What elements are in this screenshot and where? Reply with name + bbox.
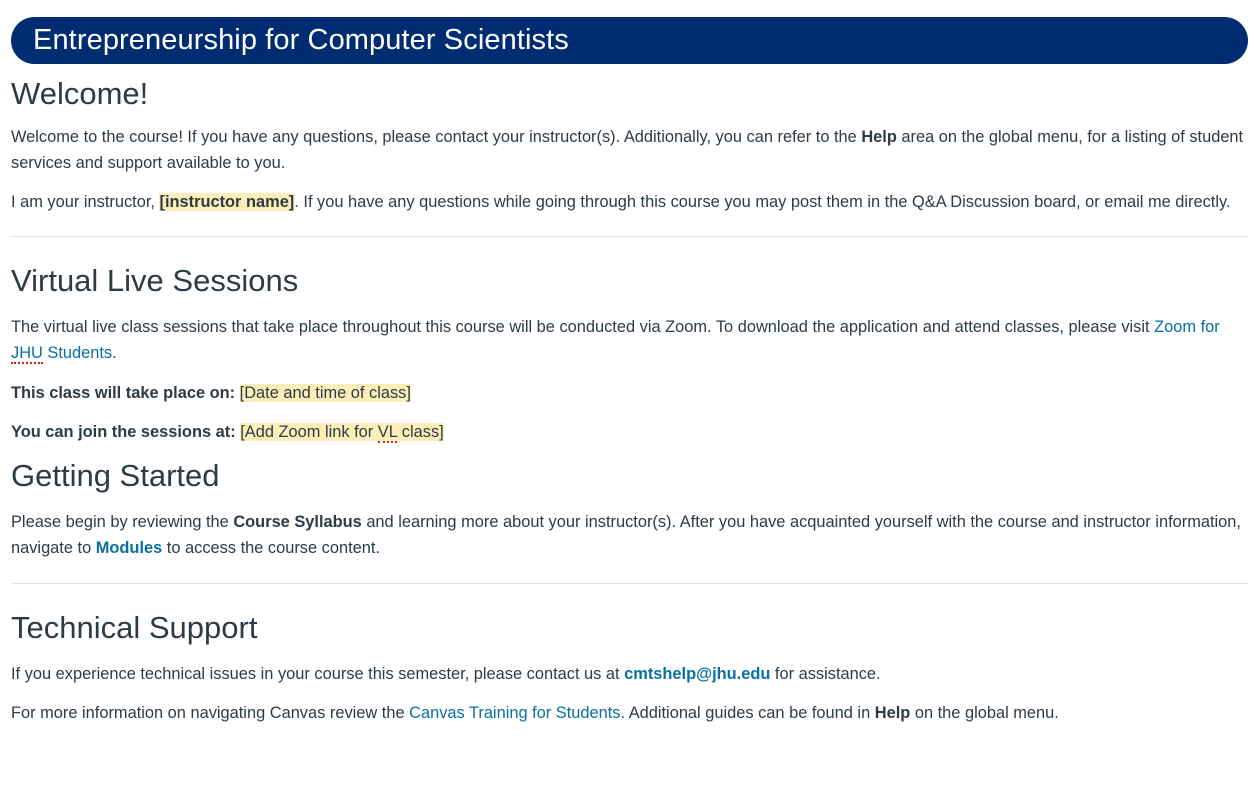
getting-text-3: to access the course content. bbox=[162, 539, 380, 557]
zoom-link-placeholder: [Add Zoom link for VL class] bbox=[240, 423, 444, 443]
zoom-placeholder-text-1: [Add Zoom link for bbox=[240, 423, 378, 441]
section-divider bbox=[11, 583, 1248, 584]
virtual-sessions-paragraph: The virtual live class sessions that tak… bbox=[11, 314, 1248, 366]
zoom-placeholder-abbr: VL bbox=[377, 423, 398, 443]
modules-link[interactable]: Modules bbox=[96, 539, 162, 557]
welcome-heading: Welcome! bbox=[11, 76, 149, 111]
course-syllabus-bold-text: Course Syllabus bbox=[233, 513, 362, 531]
virtual-text-1: The virtual live class sessions that tak… bbox=[11, 318, 1155, 336]
virtual-text-2: . bbox=[112, 344, 117, 362]
zoom-placeholder-text-2: class] bbox=[397, 423, 444, 441]
getting-started-heading: Getting Started bbox=[11, 458, 220, 493]
tech-support-paragraph: If you experience technical issues in yo… bbox=[11, 661, 1248, 687]
class-time-label: This class will take place on: bbox=[11, 384, 236, 402]
canvas-training-link[interactable]: Canvas Training for Students bbox=[409, 704, 620, 722]
welcome-paragraph: Welcome to the course! If you have any q… bbox=[11, 124, 1248, 176]
canvas-text-2: . Additional guides can be found in bbox=[620, 704, 875, 722]
virtual-sessions-heading: Virtual Live Sessions bbox=[11, 263, 299, 298]
course-home-page: Entrepreneurship for Computer Scientists… bbox=[0, 0, 1255, 807]
canvas-text-1: For more information on navigating Canva… bbox=[11, 704, 410, 722]
technical-support-heading: Technical Support bbox=[11, 610, 258, 645]
course-title-banner: Entrepreneurship for Computer Scientists bbox=[11, 17, 1248, 64]
getting-text-1: Please begin by reviewing the bbox=[11, 513, 234, 531]
instructor-name-placeholder: [instructor name] bbox=[159, 193, 295, 211]
support-email-link[interactable]: cmtshelp@jhu.edu bbox=[624, 665, 770, 683]
join-session-paragraph: You can join the sessions at: [Add Zoom … bbox=[11, 419, 1248, 445]
instructor-paragraph: I am your instructor, [instructor name].… bbox=[11, 189, 1248, 215]
help-bold-text: Help bbox=[874, 704, 911, 722]
zoom-link-text-1[interactable]: Zoom for bbox=[1154, 318, 1220, 336]
zoom-link-abbr[interactable]: JHU bbox=[11, 344, 43, 364]
tech-text-2: for assistance. bbox=[770, 665, 881, 683]
instructor-text-2: . If you have any questions while going … bbox=[294, 193, 1231, 211]
join-session-label: You can join the sessions at: bbox=[11, 423, 236, 441]
class-time-placeholder: [Date and time of class] bbox=[239, 384, 411, 402]
instructor-text-1: I am your instructor, bbox=[11, 193, 160, 211]
help-bold-text: Help bbox=[861, 128, 897, 146]
course-title: Entrepreneurship for Computer Scientists bbox=[33, 24, 569, 56]
welcome-text-1: Welcome to the course! If you have any q… bbox=[11, 128, 862, 146]
canvas-training-paragraph: For more information on navigating Canva… bbox=[11, 700, 1248, 726]
canvas-text-3: on the global menu. bbox=[910, 704, 1059, 722]
zoom-link-text-2[interactable]: Students bbox=[43, 344, 112, 362]
class-time-paragraph: This class will take place on: [Date and… bbox=[11, 380, 1248, 406]
tech-text-1: If you experience technical issues in yo… bbox=[11, 665, 625, 683]
section-divider bbox=[11, 236, 1248, 237]
getting-started-paragraph: Please begin by reviewing the Course Syl… bbox=[11, 509, 1248, 561]
